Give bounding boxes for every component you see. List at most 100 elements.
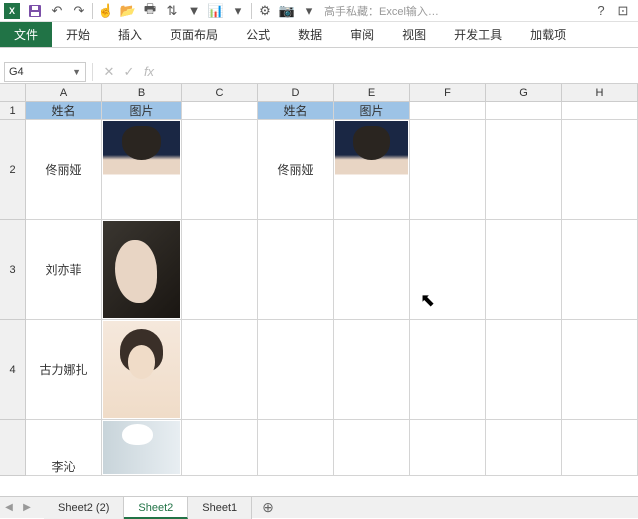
- col-header-d[interactable]: D: [258, 84, 334, 102]
- row-header-1[interactable]: 1: [0, 102, 26, 120]
- cell-d5[interactable]: [258, 420, 334, 476]
- col-header-b[interactable]: B: [102, 84, 182, 102]
- cells-area[interactable]: 姓名 图片 姓名 图片 佟丽娅 佟丽娅 刘亦菲: [26, 102, 638, 476]
- cell-text: 李沁: [51, 458, 75, 475]
- sort-icon[interactable]: ⇅: [161, 1, 183, 21]
- cell-f5[interactable]: [410, 420, 486, 476]
- tab-developer[interactable]: 开发工具: [440, 22, 516, 47]
- name-box-value: G4: [9, 66, 24, 78]
- camera-icon[interactable]: 📷: [276, 1, 298, 21]
- enter-icon[interactable]: ✓: [119, 64, 139, 80]
- cell-f3[interactable]: [410, 220, 486, 320]
- col-header-h[interactable]: H: [562, 84, 638, 102]
- col-header-c[interactable]: C: [182, 84, 258, 102]
- ribbon-tabs: 文件 开始 插入 页面布局 公式 数据 审阅 视图 开发工具 加载项: [0, 22, 638, 48]
- redo-icon[interactable]: ↷: [68, 1, 90, 21]
- cancel-icon[interactable]: ✕: [99, 64, 119, 80]
- tab-view[interactable]: 视图: [388, 22, 440, 47]
- cell-g4[interactable]: [486, 320, 562, 420]
- cell-a2[interactable]: 佟丽娅: [26, 120, 102, 220]
- cell-a3[interactable]: 刘亦菲: [26, 220, 102, 320]
- portrait-image: [103, 121, 180, 218]
- tab-file[interactable]: 文件: [0, 22, 52, 47]
- more-icon[interactable]: ▾: [227, 1, 249, 21]
- cell-h1[interactable]: [562, 102, 638, 120]
- cell-f1[interactable]: [410, 102, 486, 120]
- excel-app-icon: X: [4, 3, 20, 19]
- cell-h5[interactable]: [562, 420, 638, 476]
- cell-d4[interactable]: [258, 320, 334, 420]
- col-header-a[interactable]: A: [26, 84, 102, 102]
- cell-d2[interactable]: 佟丽娅: [258, 120, 334, 220]
- formula-input[interactable]: [159, 62, 638, 82]
- cell-a5[interactable]: 李沁: [26, 420, 102, 476]
- formula-bar: G4 ▼ ✕ ✓ fx: [0, 60, 638, 84]
- ribbon-options-icon[interactable]: ⊡: [612, 1, 634, 21]
- sheet-nav-next-icon[interactable]: ▶: [18, 502, 36, 513]
- tab-review[interactable]: 审阅: [336, 22, 388, 47]
- tab-home[interactable]: 开始: [52, 22, 104, 47]
- name-box[interactable]: G4 ▼: [4, 62, 86, 82]
- tab-addins[interactable]: 加载项: [516, 22, 580, 47]
- cell-f4[interactable]: [410, 320, 486, 420]
- row-header-4[interactable]: 4: [0, 320, 26, 420]
- print-icon[interactable]: 🖶: [139, 1, 161, 21]
- column-headers: A B C D E F G H: [26, 84, 638, 102]
- cell-a4[interactable]: 古力娜扎: [26, 320, 102, 420]
- cell-b1[interactable]: 图片: [102, 102, 182, 120]
- sheet-tab-1[interactable]: Sheet2 (2): [44, 497, 124, 519]
- cell-e4[interactable]: [334, 320, 410, 420]
- cell-g5[interactable]: [486, 420, 562, 476]
- row-header-2[interactable]: 2: [0, 120, 26, 220]
- tab-data[interactable]: 数据: [284, 22, 336, 47]
- cell-f2[interactable]: [410, 120, 486, 220]
- col-header-g[interactable]: G: [486, 84, 562, 102]
- cell-g3[interactable]: [486, 220, 562, 320]
- cell-h2[interactable]: [562, 120, 638, 220]
- dropdown-icon[interactable]: ▾: [298, 1, 320, 21]
- cell-h4[interactable]: [562, 320, 638, 420]
- cell-b4[interactable]: [102, 320, 182, 420]
- col-header-e[interactable]: E: [334, 84, 410, 102]
- cell-c2[interactable]: [182, 120, 258, 220]
- undo-icon[interactable]: ↶: [46, 1, 68, 21]
- help-icon[interactable]: ?: [590, 1, 612, 21]
- cell-h3[interactable]: [562, 220, 638, 320]
- col-header-f[interactable]: F: [410, 84, 486, 102]
- cell-e2[interactable]: [334, 120, 410, 220]
- cell-g2[interactable]: [486, 120, 562, 220]
- cell-e1[interactable]: 图片: [334, 102, 410, 120]
- cell-b2[interactable]: [102, 120, 182, 220]
- cell-b3[interactable]: [102, 220, 182, 320]
- select-all-triangle[interactable]: [0, 84, 26, 102]
- row-header-3[interactable]: 3: [0, 220, 26, 320]
- cell-a1[interactable]: 姓名: [26, 102, 102, 120]
- cell-c5[interactable]: [182, 420, 258, 476]
- open-icon[interactable]: 📂: [117, 1, 139, 21]
- touch-mode-icon[interactable]: ☝: [95, 1, 117, 21]
- tab-page-layout[interactable]: 页面布局: [156, 22, 232, 47]
- sheet-tab-3[interactable]: Sheet1: [188, 497, 252, 519]
- add-sheet-icon[interactable]: ⊕: [252, 499, 284, 516]
- tab-insert[interactable]: 插入: [104, 22, 156, 47]
- name-box-dropdown-icon[interactable]: ▼: [72, 67, 81, 77]
- sheet-tab-2[interactable]: Sheet2: [124, 497, 188, 519]
- cell-b5[interactable]: [102, 420, 182, 476]
- cell-c1[interactable]: [182, 102, 258, 120]
- row-headers: 1 2 3 4: [0, 102, 26, 476]
- chart-icon[interactable]: 📊: [205, 1, 227, 21]
- cell-d3[interactable]: [258, 220, 334, 320]
- cell-c3[interactable]: [182, 220, 258, 320]
- cell-c4[interactable]: [182, 320, 258, 420]
- row-header-5[interactable]: [0, 420, 26, 476]
- cell-d1[interactable]: 姓名: [258, 102, 334, 120]
- tab-formulas[interactable]: 公式: [232, 22, 284, 47]
- cell-g1[interactable]: [486, 102, 562, 120]
- save-icon[interactable]: [24, 1, 46, 21]
- sheet-nav-prev-icon[interactable]: ◀: [0, 502, 18, 513]
- filter-icon[interactable]: ▼: [183, 1, 205, 21]
- cell-e3[interactable]: [334, 220, 410, 320]
- cell-e5[interactable]: [334, 420, 410, 476]
- fx-icon[interactable]: fx: [139, 64, 159, 79]
- function-icon[interactable]: ⚙: [254, 1, 276, 21]
